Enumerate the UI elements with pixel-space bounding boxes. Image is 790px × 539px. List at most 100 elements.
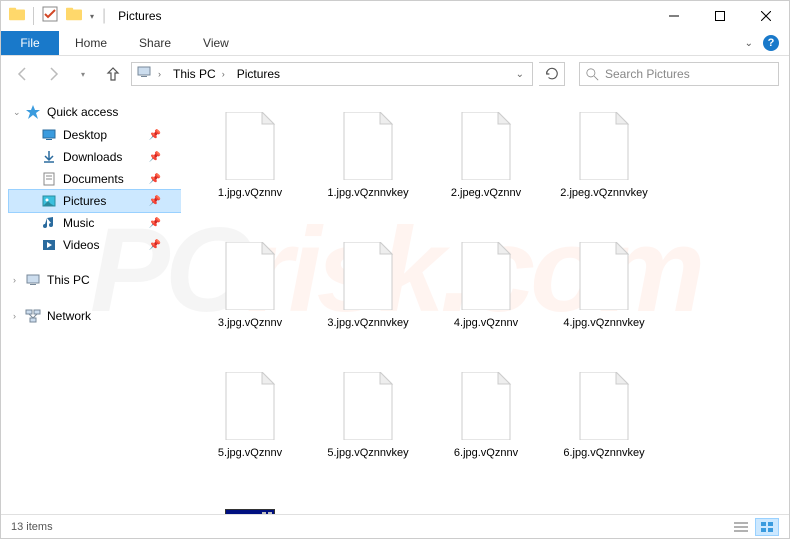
file-icon: [450, 110, 522, 182]
pin-icon: 📌: [149, 152, 161, 163]
tab-view[interactable]: View: [187, 31, 245, 55]
file-icon: [450, 370, 522, 442]
pin-icon: 📌: [149, 196, 161, 207]
sidebar-item-desktop[interactable]: Desktop 📌: [9, 124, 181, 146]
file-icon: [214, 500, 286, 514]
file-icon: [332, 110, 404, 182]
downloads-icon: [41, 149, 57, 165]
sidebar-item-label: Music: [63, 216, 94, 230]
search-icon: [586, 68, 599, 81]
file-icon: [214, 240, 286, 312]
file-item[interactable]: 6.jpg.vQznnvkey: [545, 366, 663, 496]
desktop-icon: [41, 127, 57, 143]
folder-icon: [9, 6, 25, 27]
pc-icon: [136, 64, 152, 85]
sidebar-item-label: Pictures: [63, 194, 106, 208]
back-button[interactable]: [11, 62, 35, 86]
file-name: 5.jpg.vQznnv: [218, 442, 282, 460]
file-name: 5.jpg.vQznnvkey: [327, 442, 408, 460]
recent-dropdown-icon[interactable]: ▾: [71, 62, 95, 86]
sidebar-item-pictures[interactable]: Pictures 📌: [9, 190, 181, 212]
file-pane[interactable]: 1.jpg.vQznnv1.jpg.vQznnvkey2.jpeg.vQznnv…: [181, 92, 789, 514]
file-item[interactable]: DECRYPT-vQznnv-decrypt.hta: [191, 496, 309, 514]
search-placeholder: Search Pictures: [605, 67, 690, 81]
checkbox-icon[interactable]: [42, 6, 58, 27]
quick-access-divider: [33, 7, 34, 25]
refresh-button[interactable]: [539, 62, 565, 86]
pin-icon: 📌: [149, 130, 161, 141]
details-view-button[interactable]: [729, 518, 753, 536]
help-icon[interactable]: ?: [763, 35, 779, 51]
caret-down-icon: ⌄: [13, 107, 21, 118]
chevron-right-icon[interactable]: ›: [222, 69, 225, 79]
file-item[interactable]: 4.jpg.vQznnv: [427, 236, 545, 366]
caret-right-icon: ›: [13, 311, 16, 321]
qat-dropdown-icon[interactable]: ▾: [90, 12, 94, 21]
chevron-right-icon[interactable]: ›: [158, 69, 161, 79]
titlebar: ▾ | Pictures: [1, 1, 789, 31]
forward-button[interactable]: [41, 62, 65, 86]
breadcrumb-dropdown-icon[interactable]: ⌄: [512, 69, 528, 80]
address-bar: ▾ › This PC› Pictures ⌄ Search Pictures: [1, 56, 789, 92]
file-name: 2.jpeg.vQznnvkey: [560, 182, 647, 200]
file-item[interactable]: 5.jpg.vQznnvkey: [309, 366, 427, 496]
file-name: 3.jpg.vQznnvkey: [327, 312, 408, 330]
file-icon: [568, 370, 640, 442]
sidebar: ⌄ Quick access Desktop📌Downloads📌Documen…: [1, 92, 181, 514]
pin-icon: 📌: [149, 174, 161, 185]
sidebar-item-label: Documents: [63, 172, 124, 186]
file-icon: [568, 110, 640, 182]
search-input[interactable]: Search Pictures: [579, 62, 779, 86]
file-icon: [568, 240, 640, 312]
file-item[interactable]: 3.jpg.vQznnvkey: [309, 236, 427, 366]
window-title: Pictures: [118, 9, 161, 23]
documents-icon: [41, 171, 57, 187]
file-name: 4.jpg.vQznnv: [454, 312, 518, 330]
breadcrumb-pictures[interactable]: Pictures: [231, 67, 286, 81]
maximize-button[interactable]: [697, 1, 743, 31]
file-name: 4.jpg.vQznnvkey: [563, 312, 644, 330]
minimize-button[interactable]: [651, 1, 697, 31]
file-icon: [450, 240, 522, 312]
breadcrumb[interactable]: › This PC› Pictures ⌄: [131, 62, 533, 86]
sidebar-network[interactable]: › Network: [9, 306, 181, 328]
file-item[interactable]: 5.jpg.vQznnv: [191, 366, 309, 496]
icons-view-button[interactable]: [755, 518, 779, 536]
sidebar-item-music[interactable]: Music📌: [9, 212, 181, 234]
file-item[interactable]: 6.jpg.vQznnv: [427, 366, 545, 496]
file-icon: [214, 110, 286, 182]
qat-folder-icon[interactable]: [66, 6, 82, 27]
sidebar-this-pc[interactable]: › This PC: [9, 270, 181, 292]
file-item[interactable]: 1.jpg.vQznnv: [191, 106, 309, 236]
caret-right-icon: ›: [13, 275, 16, 285]
file-item[interactable]: 4.jpg.vQznnvkey: [545, 236, 663, 366]
status-bar: 13 items: [1, 514, 789, 538]
tab-share[interactable]: Share: [123, 31, 187, 55]
sidebar-item-label: Desktop: [63, 128, 107, 142]
tab-home[interactable]: Home: [59, 31, 123, 55]
file-item[interactable]: 2.jpeg.vQznnv: [427, 106, 545, 236]
sidebar-item-videos[interactable]: Videos 📌: [9, 234, 181, 256]
file-icon: [332, 240, 404, 312]
ribbon-expand-icon[interactable]: ⌄: [745, 38, 753, 49]
pin-icon: 📌: [149, 240, 161, 251]
close-button[interactable]: [743, 1, 789, 31]
music-icon: [41, 215, 57, 231]
network-icon: [25, 308, 41, 324]
sidebar-item-documents[interactable]: Documents 📌: [9, 168, 181, 190]
sidebar-item-label: Videos: [63, 238, 99, 252]
file-name: 1.jpg.vQznnv: [218, 182, 282, 200]
sidebar-quick-access[interactable]: ⌄ Quick access: [9, 102, 181, 124]
file-item[interactable]: 1.jpg.vQznnvkey: [309, 106, 427, 236]
file-item[interactable]: 3.jpg.vQznnv: [191, 236, 309, 366]
qat-divider: |: [102, 7, 106, 25]
file-name: 3.jpg.vQznnv: [218, 312, 282, 330]
breadcrumb-this-pc[interactable]: This PC›: [167, 67, 231, 81]
item-count: 13 items: [11, 521, 53, 533]
sidebar-item-downloads[interactable]: Downloads📌: [9, 146, 181, 168]
pictures-icon: [41, 193, 57, 209]
file-item[interactable]: 2.jpeg.vQznnvkey: [545, 106, 663, 236]
pc-icon: [25, 272, 41, 288]
file-tab[interactable]: File: [1, 31, 59, 55]
up-button[interactable]: [101, 62, 125, 86]
